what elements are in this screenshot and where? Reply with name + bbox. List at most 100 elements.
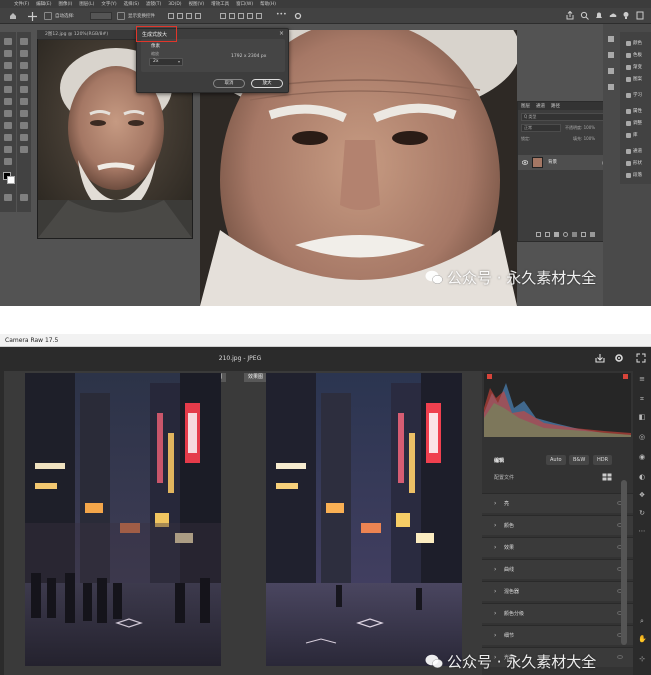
rectangle-tool-icon[interactable] [20,134,28,141]
snapshots-icon[interactable]: ❖ [638,491,646,499]
blend-mode-dropdown[interactable]: 正常 [521,124,561,132]
layer-row-background[interactable]: 背景 [518,155,612,170]
frame-tool-icon[interactable] [20,62,28,69]
shadow-clipping-warning-icon[interactable] [487,374,492,379]
bell-icon[interactable] [595,11,603,20]
align-buttons[interactable] [168,13,208,19]
hand-icon[interactable]: ✋ [638,635,647,643]
scale-dropdown[interactable]: 2x ▾ [149,58,183,66]
panel-swatches[interactable]: 色板 [626,52,642,58]
transform-checkbox[interactable] [117,12,125,20]
upscale-button[interactable]: 放大 [251,79,283,88]
menu-item[interactable]: 选择(S) [124,1,139,7]
brush-tool-icon[interactable] [4,86,12,93]
auto-select-checkbox[interactable] [44,12,52,20]
more-options-button[interactable]: ••• [276,11,287,18]
panel-libraries[interactable]: 库 [626,132,638,138]
crop-tool-icon[interactable] [4,62,12,69]
zoom-icon[interactable]: ⌕ [638,617,646,625]
home-icon[interactable] [9,12,17,20]
screen-mode-icon[interactable] [20,194,28,201]
lightbulb-icon[interactable] [622,11,630,20]
character-icon[interactable] [608,52,614,58]
history-icon[interactable] [608,36,614,42]
clone-stamp-icon[interactable] [20,86,28,93]
menu-item[interactable]: 窗口(W) [236,1,253,7]
pen-tool-icon[interactable] [4,122,12,129]
more-icon[interactable]: ⋯ [638,527,646,535]
menu-item[interactable]: 帮助(H) [260,1,276,7]
tab-layers[interactable]: 图层 [521,103,530,109]
visibility-eye-icon[interactable] [617,655,623,659]
visibility-eye-icon[interactable] [522,160,528,165]
section-effects[interactable]: › 效果 [482,537,633,557]
opacity-field[interactable]: 不透明度: 100% [565,125,595,131]
blur-tool-icon[interactable] [20,110,28,117]
sync-icon[interactable]: ↻ [638,509,646,517]
panel-adjustments[interactable]: 调整 [626,120,642,126]
auto-button[interactable]: Auto [546,455,566,465]
panel-layout-icon[interactable] [636,11,644,20]
history-brush-icon[interactable] [4,98,12,105]
search-icon[interactable] [580,11,589,20]
crop-icon[interactable]: ⌗ [638,395,646,403]
section-color-grading[interactable]: › 颜色分级 [482,603,633,623]
brush-settings-icon[interactable] [608,68,614,74]
panel-paragraph[interactable]: 段落 [626,172,642,178]
panel-shapes[interactable]: 形状 [626,160,642,166]
highlight-clipping-warning-icon[interactable] [623,374,628,379]
hand-tool-icon[interactable] [4,146,12,153]
object-select-icon[interactable] [20,50,28,57]
move-tool-icon[interactable] [4,38,12,45]
move-tool-icon[interactable] [28,12,37,21]
edit-panel-scrollbar[interactable] [621,480,627,645]
panel-channels[interactable]: 通道 [626,148,642,154]
gear-icon[interactable] [614,353,624,363]
eyedropper-tool-icon[interactable] [4,74,12,81]
new-group-icon[interactable] [572,232,577,237]
red-eye-icon[interactable]: ◉ [638,453,646,461]
trash-icon[interactable] [590,232,595,237]
fill-field[interactable]: 填充: 100% [573,136,595,142]
menu-item[interactable]: 3D(D) [168,2,181,7]
close-icon[interactable]: × [279,30,284,37]
fullscreen-icon[interactable] [636,353,646,363]
cloud-icon[interactable] [609,11,617,20]
panel-color[interactable]: 颜色 [626,40,642,46]
bw-button[interactable]: B&W [569,455,590,465]
eraser-icon[interactable]: ◧ [638,413,646,421]
new-layer-icon[interactable] [581,232,586,237]
section-light[interactable]: › 亮 [482,493,633,513]
gear-icon[interactable] [294,12,302,20]
section-detail[interactable]: › 细节 [482,625,633,645]
zoom-tool-icon[interactable] [20,146,28,153]
adjustment-layer-icon[interactable] [563,232,568,237]
menu-item[interactable]: 视图(V) [189,1,205,7]
distribute-buttons[interactable] [220,13,264,19]
layer-style-icon[interactable] [545,232,550,237]
panel-learn[interactable]: 学习 [626,92,642,98]
menu-item[interactable]: 图层(L) [79,1,94,7]
profile-browser-icon[interactable] [602,473,612,481]
menu-item[interactable]: 增效工具 [211,1,229,7]
marquee-tool-icon[interactable] [20,38,28,45]
path-select-icon[interactable] [4,134,12,141]
tab-paths[interactable]: 路径 [551,103,560,109]
share-icon[interactable] [566,11,574,20]
panel-patterns[interactable]: 图案 [626,76,642,82]
eraser-tool-icon[interactable] [20,98,28,105]
gradient-tool-icon[interactable] [4,110,12,117]
background-color-swatch[interactable] [7,176,15,184]
layer-filter-input[interactable]: Q 类型 [521,113,609,121]
quick-mask-icon[interactable] [4,194,12,201]
section-curve[interactable]: › 曲线 [482,559,633,579]
link-layers-icon[interactable] [536,232,541,237]
tab-channels[interactable]: 通道 [536,103,545,109]
type-tool-icon[interactable] [20,122,28,129]
sampler-icon[interactable]: ⊹ [638,655,646,663]
hdr-button[interactable]: HDR [593,455,613,465]
menu-item[interactable]: 文件(F) [14,1,29,7]
panel-properties[interactable]: 属性 [626,108,642,114]
layer-mask-icon[interactable] [554,232,559,237]
menu-item[interactable]: 文字(Y) [101,1,116,7]
